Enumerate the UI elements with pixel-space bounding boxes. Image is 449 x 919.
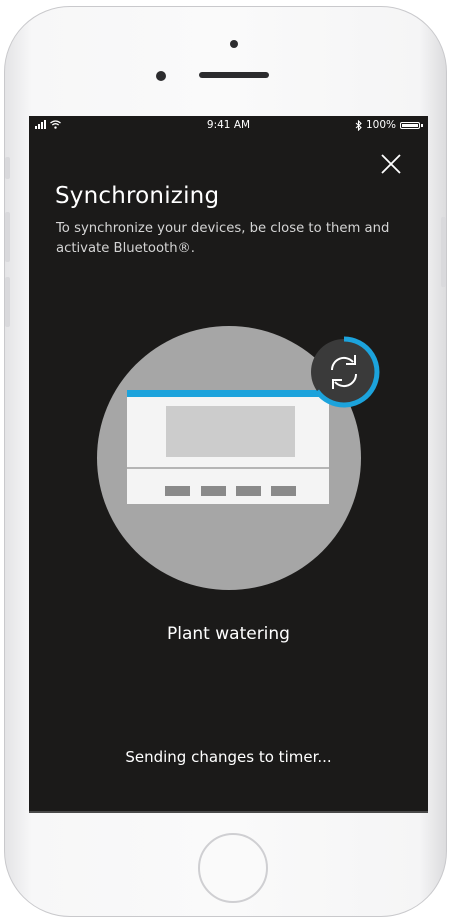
status-bar: 9:41 AM 100% [29,116,428,136]
status-bar-right: 100% [355,119,423,131]
device-display [166,406,295,457]
device-key-2 [201,486,226,496]
front-camera [156,71,166,81]
device-key-1 [165,486,190,496]
battery-cap [421,123,423,127]
device-key-4 [271,486,296,496]
device-top-bar [127,390,329,397]
sync-status-text: Sending changes to timer... [125,748,332,766]
battery-icon [400,121,420,129]
close-icon [381,154,401,174]
bluetooth-icon [355,119,362,131]
earpiece-speaker [199,72,269,78]
volume-up-button [5,212,10,262]
volume-down-button [5,277,10,327]
home-button[interactable] [198,833,268,903]
power-button [441,217,446,287]
timer-device-icon [127,390,329,504]
sync-icon [311,336,380,408]
screen-bottom-edge [29,811,428,813]
page-subtitle: To synchronize your devices, be close to… [56,221,390,256]
device-divider [127,467,329,469]
mute-switch [5,157,10,179]
app-screen: 9:41 AM 100% Synchronizing To synchroniz… [29,116,428,812]
page-title: Synchronizing [55,183,220,209]
sync-illustration [97,326,380,590]
device-key-3 [236,486,261,496]
device-name: Plant watering [167,624,290,644]
proximity-sensor [230,40,238,48]
battery-percent: 100% [365,119,396,131]
close-button[interactable] [379,152,403,176]
